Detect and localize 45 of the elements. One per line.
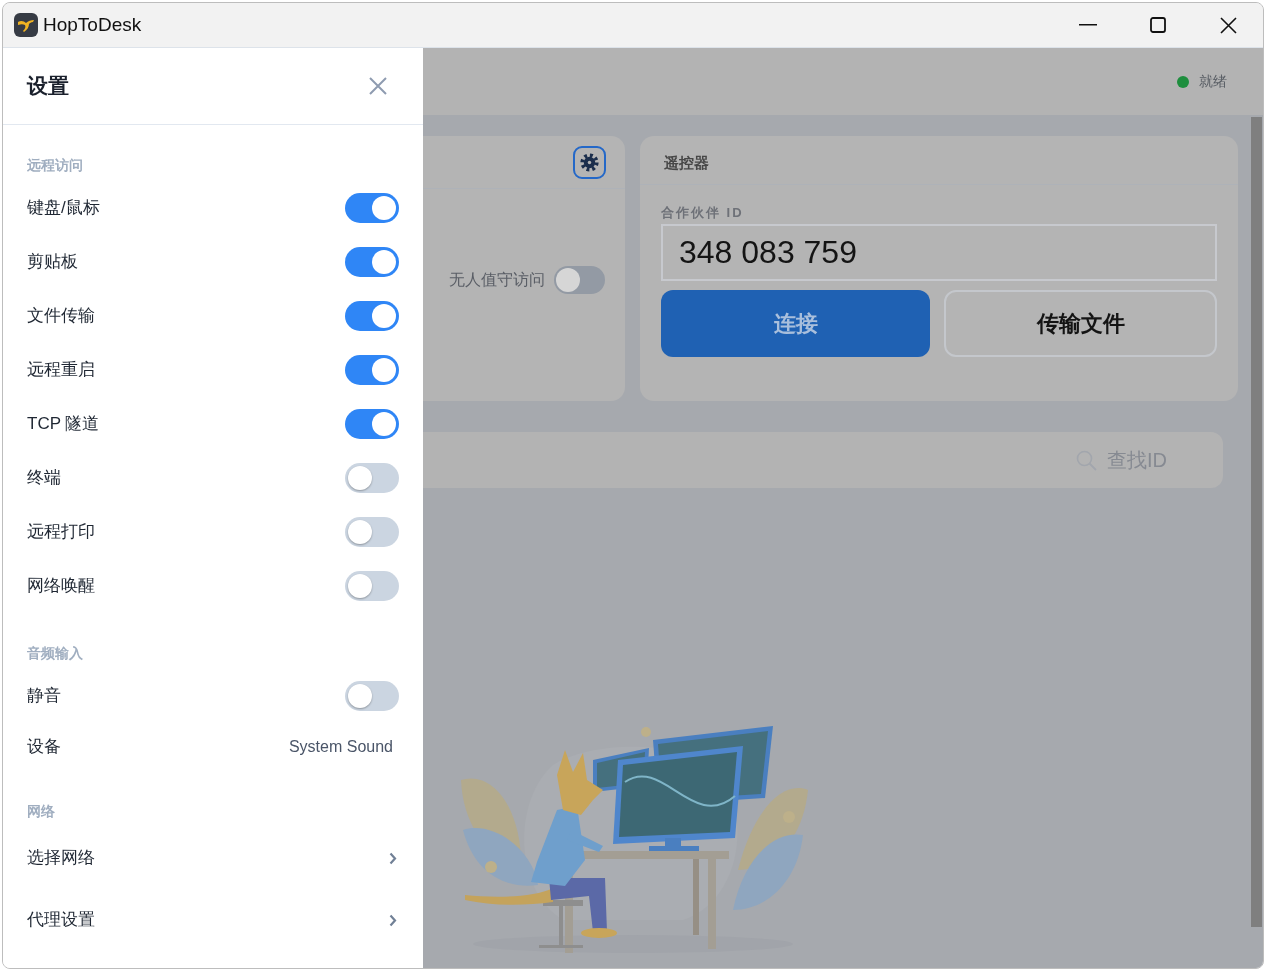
status-label: 就绪 bbox=[1199, 72, 1227, 91]
close-icon bbox=[1219, 16, 1237, 34]
setting-label: 远程重启 bbox=[27, 359, 95, 382]
action-button[interactable]: 传输文件 bbox=[944, 290, 1217, 357]
setting-label: 剪贴板 bbox=[27, 251, 78, 274]
setting-label: 设备 bbox=[27, 736, 61, 759]
setting-label: 文件传输 bbox=[27, 305, 95, 328]
chevron-right-icon bbox=[389, 913, 397, 927]
app-logo-icon bbox=[14, 13, 38, 37]
toggle-switch[interactable] bbox=[345, 517, 399, 547]
gear-icon bbox=[580, 152, 599, 172]
section-heading: 音频输入 bbox=[27, 645, 83, 661]
toggle-switch[interactable] bbox=[345, 355, 399, 385]
section-heading: 网络 bbox=[27, 803, 55, 819]
setting-label: 静音 bbox=[27, 685, 61, 708]
toggle-switch[interactable] bbox=[345, 681, 399, 711]
toggle-switch[interactable] bbox=[345, 193, 399, 223]
toggle-switch[interactable] bbox=[554, 266, 605, 294]
close-button[interactable] bbox=[367, 75, 389, 97]
window-title: HopToDesk bbox=[43, 12, 142, 37]
toggle-switch[interactable] bbox=[345, 247, 399, 277]
device-value[interactable]: System Sound bbox=[288, 735, 393, 759]
unattended-access-label: 无人值守访问 bbox=[449, 270, 545, 290]
section-heading: 远程访问 bbox=[27, 157, 83, 173]
toggle-switch[interactable] bbox=[345, 571, 399, 601]
setting-label: 网络唤醒 bbox=[27, 575, 95, 598]
toggle-switch[interactable] bbox=[345, 463, 399, 493]
maximize-icon bbox=[1150, 17, 1166, 33]
toggle-switch[interactable] bbox=[345, 409, 399, 439]
drawer-title: 设置 bbox=[27, 73, 69, 100]
settings-button[interactable] bbox=[573, 145, 606, 179]
toggle-switch[interactable] bbox=[345, 301, 399, 331]
partner-id-field[interactable]: 348 083 759 bbox=[661, 224, 1217, 281]
setting-label: 键盘/鼠标 bbox=[27, 197, 100, 220]
chevron-right-icon bbox=[389, 851, 397, 865]
setting-label: 远程打印 bbox=[27, 521, 95, 544]
minimize-icon bbox=[1079, 24, 1097, 26]
setting-label: 终端 bbox=[27, 467, 61, 490]
settings-link[interactable]: 代理设置 bbox=[27, 889, 399, 951]
close-icon bbox=[369, 77, 387, 95]
field-label: 合作伙伴 ID bbox=[661, 205, 744, 220]
card-title: 遥控器 bbox=[664, 154, 709, 171]
scrollbar-thumb[interactable] bbox=[1251, 117, 1262, 927]
setting-label: TCP 隧道 bbox=[27, 413, 100, 436]
settings-link[interactable]: 选择网络 bbox=[27, 827, 399, 889]
